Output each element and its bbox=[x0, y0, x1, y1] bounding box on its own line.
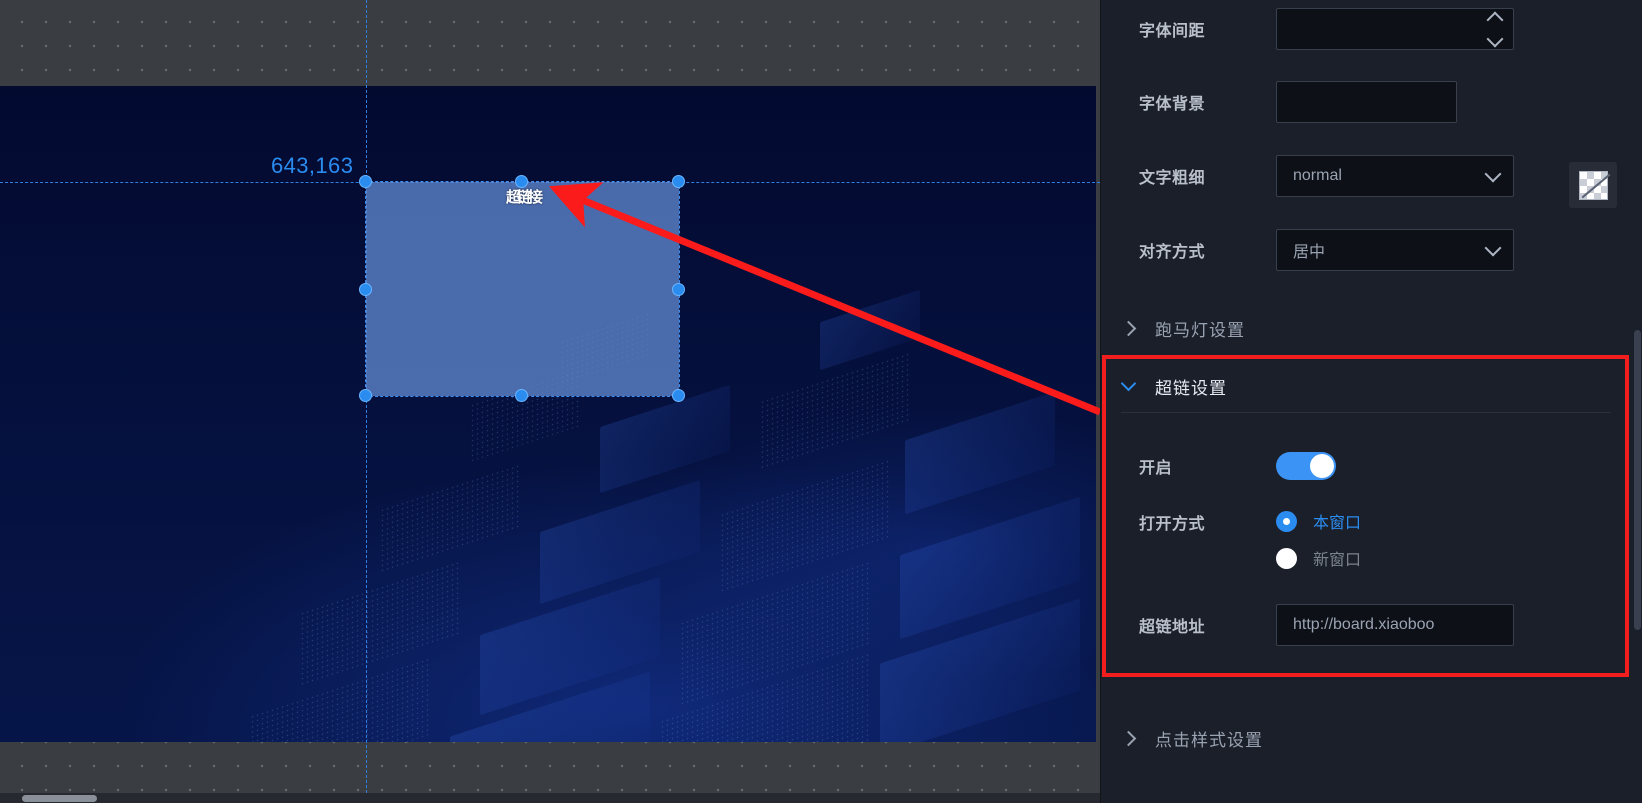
chevron-down-icon[interactable] bbox=[1486, 30, 1504, 47]
resize-handle-n[interactable] bbox=[515, 175, 528, 188]
section-header-marquee[interactable]: 跑马灯设置 bbox=[1101, 308, 1642, 348]
resize-handle-sw[interactable] bbox=[359, 389, 372, 402]
resize-handle-nw[interactable] bbox=[359, 175, 372, 188]
property-panel: 字体间距 字体背景 文字粗细 normal 对齐方式 居中 跑马灯设置 超链设置… bbox=[1100, 0, 1642, 803]
hyperlink-url-value: http://board.xiaoboo bbox=[1293, 616, 1435, 633]
radio-option-same-window[interactable]: 本窗口 bbox=[1276, 509, 1361, 533]
hyperlink-enable-toggle[interactable] bbox=[1276, 452, 1336, 480]
letter-spacing-stepper[interactable] bbox=[1486, 9, 1504, 49]
property-row-text-align: 对齐方式 居中 bbox=[1101, 229, 1514, 271]
section-title-hyperlink: 超链设置 bbox=[1155, 378, 1227, 398]
resize-handle-ne[interactable] bbox=[672, 175, 685, 188]
property-row-hyperlink-enable: 开启 bbox=[1101, 452, 1336, 480]
section-title-click-style: 点击样式设置 bbox=[1155, 730, 1263, 750]
selected-component[interactable]: 超链接 bbox=[365, 181, 680, 397]
chevron-right-icon bbox=[1120, 320, 1137, 336]
section-header-click-style[interactable]: 点击样式设置 bbox=[1101, 718, 1642, 758]
hyperlink-enable-label: 开启 bbox=[1139, 460, 1173, 477]
canvas-workspace[interactable]: 643,163 超链接 bbox=[0, 0, 1100, 803]
component-label: 超链接 bbox=[505, 189, 543, 206]
radio-label-same-window: 本窗口 bbox=[1313, 515, 1362, 532]
font-weight-value: normal bbox=[1293, 167, 1342, 184]
property-row-font-weight: 文字粗细 normal bbox=[1101, 155, 1514, 197]
property-row-open-mode: 打开方式 bbox=[1101, 510, 1276, 534]
radio-selected-icon[interactable] bbox=[1276, 510, 1297, 532]
coordinate-readout: 643,163 bbox=[271, 153, 354, 178]
app-root: 643,163 超链接 字体间距 字体背景 文字粗细 normal 对齐方式 居… bbox=[0, 0, 1642, 803]
font-weight-select[interactable]: normal bbox=[1276, 155, 1514, 197]
canvas-scroll-thumb[interactable] bbox=[22, 795, 97, 802]
property-row-letter-spacing: 字体间距 bbox=[1101, 8, 1514, 50]
letter-spacing-input[interactable] bbox=[1276, 8, 1514, 50]
hyperlink-url-input[interactable]: http://board.xiaoboo bbox=[1276, 604, 1514, 646]
radio-unselected-icon[interactable] bbox=[1276, 547, 1297, 569]
font-background-label: 字体背景 bbox=[1139, 96, 1206, 113]
hyperlink-url-label: 超链地址 bbox=[1139, 619, 1206, 636]
letter-spacing-label: 字体间距 bbox=[1139, 23, 1206, 40]
resize-handle-se[interactable] bbox=[672, 389, 685, 402]
property-row-font-background: 字体背景 bbox=[1101, 81, 1617, 208]
section-divider bbox=[1121, 412, 1611, 413]
property-row-hyperlink-url: 超链地址 http://board.xiaoboo bbox=[1101, 604, 1514, 646]
section-title-marquee: 跑马灯设置 bbox=[1155, 320, 1245, 340]
text-align-label: 对齐方式 bbox=[1139, 244, 1206, 261]
chevron-up-icon[interactable] bbox=[1486, 11, 1504, 28]
font-background-color-button[interactable] bbox=[1569, 162, 1617, 208]
font-background-input[interactable] bbox=[1276, 81, 1457, 123]
resize-handle-w[interactable] bbox=[359, 283, 372, 296]
panel-scroll-thumb[interactable] bbox=[1634, 330, 1641, 630]
transparent-swatch-icon bbox=[1578, 170, 1608, 200]
radio-option-new-window[interactable]: 新窗口 bbox=[1276, 546, 1361, 570]
canvas-horizontal-scrollbar[interactable] bbox=[0, 793, 1100, 803]
text-align-value: 居中 bbox=[1293, 244, 1326, 261]
open-mode-label: 打开方式 bbox=[1139, 516, 1206, 533]
text-align-select[interactable]: 居中 bbox=[1276, 229, 1514, 271]
panel-vertical-scrollbar[interactable] bbox=[1633, 0, 1642, 803]
section-header-hyperlink[interactable]: 超链设置 bbox=[1101, 366, 1642, 406]
radio-label-new-window: 新窗口 bbox=[1313, 552, 1362, 569]
font-weight-label: 文字粗细 bbox=[1139, 170, 1206, 187]
chevron-down-icon[interactable] bbox=[1484, 239, 1502, 257]
toggle-knob bbox=[1310, 454, 1334, 478]
chevron-right-icon bbox=[1120, 730, 1137, 746]
chevron-down-icon[interactable] bbox=[1484, 165, 1502, 183]
chevron-down-icon bbox=[1120, 375, 1137, 391]
resize-handle-e[interactable] bbox=[672, 283, 685, 296]
resize-handle-s[interactable] bbox=[515, 389, 528, 402]
